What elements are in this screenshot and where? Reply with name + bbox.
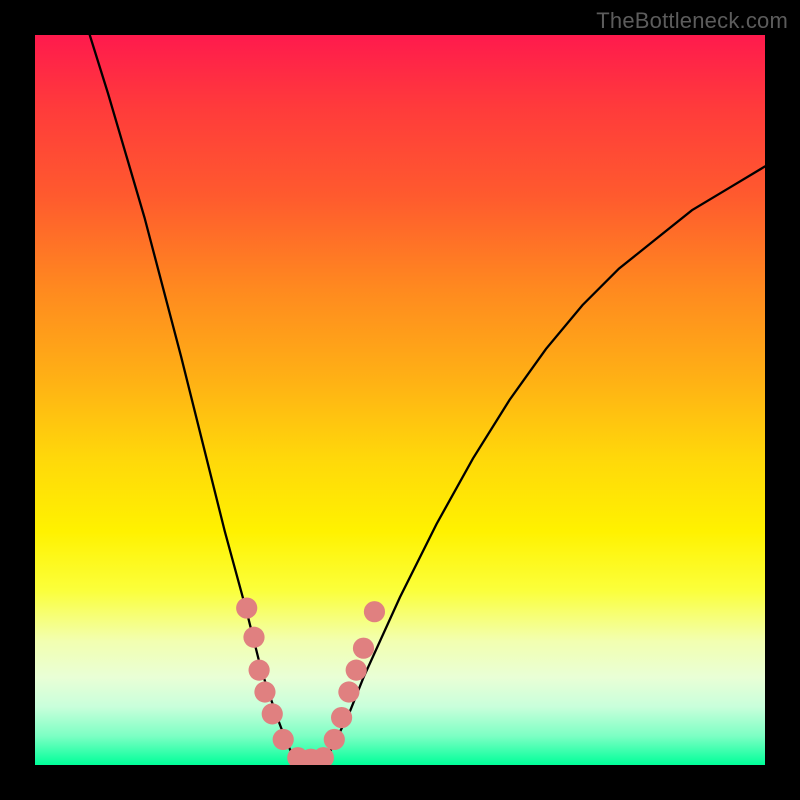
chart-frame: TheBottleneck.com — [0, 0, 800, 800]
left-curve — [90, 35, 298, 765]
right-curve — [323, 166, 765, 765]
curve-overlay — [35, 35, 765, 765]
marker-dot — [273, 729, 294, 750]
marker-dot — [346, 660, 367, 681]
marker-dot — [243, 627, 264, 648]
marker-dot — [331, 707, 352, 728]
marker-dot — [254, 681, 275, 702]
marker-dot — [236, 597, 257, 618]
marker-dot — [364, 601, 385, 622]
marker-dot — [338, 681, 359, 702]
plot-area — [35, 35, 765, 765]
marker-dot — [324, 729, 345, 750]
marker-dot — [262, 703, 283, 724]
marker-dot — [249, 660, 270, 681]
marker-dot — [353, 638, 374, 659]
watermark-text: TheBottleneck.com — [596, 8, 788, 34]
